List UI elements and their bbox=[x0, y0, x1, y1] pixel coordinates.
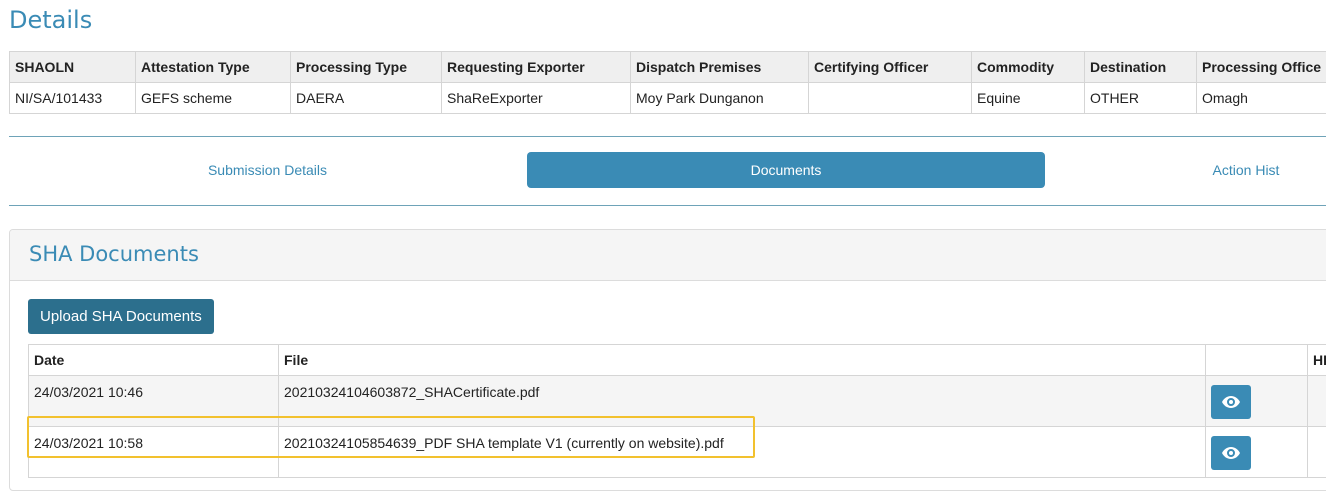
divider-bottom bbox=[9, 205, 1326, 206]
details-table: SHAOLN Attestation Type Processing Type … bbox=[9, 51, 1326, 114]
details-header-row: SHAOLN Attestation Type Processing Type … bbox=[10, 52, 1326, 83]
header-date: Date bbox=[29, 345, 279, 376]
header-destination: Destination bbox=[1085, 52, 1197, 83]
header-file: File bbox=[279, 345, 1206, 376]
row-file: 20210324104603872_SHACertificate.pdf bbox=[279, 376, 1206, 427]
row-date: 24/03/2021 10:58 bbox=[29, 427, 279, 478]
row-extra bbox=[1308, 376, 1326, 427]
header-shaoln: SHAOLN bbox=[10, 52, 136, 83]
row-file: 20210324105854639_PDF SHA template V1 (c… bbox=[279, 427, 1206, 478]
cell-processing-type: DAERA bbox=[291, 83, 442, 114]
table-row: 24/03/2021 10:46 20210324104603872_SHACe… bbox=[29, 376, 1326, 427]
view-document-button[interactable] bbox=[1211, 385, 1251, 419]
cell-attestation-type: GEFS scheme bbox=[136, 83, 291, 114]
documents-header-row: Date File HI bbox=[29, 345, 1326, 376]
sha-documents-panel: SHA Documents Upload SHA Documents Date … bbox=[9, 229, 1326, 491]
page-title: Details bbox=[9, 6, 92, 34]
divider-top bbox=[9, 136, 1326, 137]
cell-requesting-exporter: ShaReExporter bbox=[442, 83, 631, 114]
cell-dispatch-premises: Moy Park Dunganon bbox=[631, 83, 809, 114]
panel-header bbox=[10, 230, 1326, 281]
header-processing-type: Processing Type bbox=[291, 52, 442, 83]
table-row: 24/03/2021 10:58 20210324105854639_PDF S… bbox=[29, 427, 1326, 478]
documents-table: Date File HI 24/03/2021 10:46 2021032410… bbox=[28, 344, 1326, 478]
view-document-button[interactable] bbox=[1211, 436, 1251, 470]
cell-certifying-officer bbox=[809, 83, 972, 114]
cell-processing-office: Omagh bbox=[1197, 83, 1326, 114]
row-actions bbox=[1206, 376, 1308, 427]
row-extra bbox=[1308, 427, 1326, 478]
details-row: NI/SA/101433 GEFS scheme DAERA ShaReExpo… bbox=[10, 83, 1326, 114]
row-date: 24/03/2021 10:46 bbox=[29, 376, 279, 427]
panel-title: SHA Documents bbox=[29, 242, 199, 266]
cell-shaoln: NI/SA/101433 bbox=[10, 83, 136, 114]
header-actions bbox=[1206, 345, 1308, 376]
header-requesting-exporter: Requesting Exporter bbox=[442, 52, 631, 83]
upload-sha-documents-button[interactable]: Upload SHA Documents bbox=[28, 299, 214, 334]
header-attestation-type: Attestation Type bbox=[136, 52, 291, 83]
header-hi: HI bbox=[1308, 345, 1326, 376]
eye-icon bbox=[1222, 396, 1240, 408]
tab-submission-details[interactable]: Submission Details bbox=[9, 152, 526, 188]
tab-action-history[interactable]: Action Hist bbox=[1046, 152, 1326, 188]
header-commodity: Commodity bbox=[972, 52, 1085, 83]
row-actions bbox=[1206, 427, 1308, 478]
header-dispatch-premises: Dispatch Premises bbox=[631, 52, 809, 83]
header-certifying-officer: Certifying Officer bbox=[809, 52, 972, 83]
cell-commodity: Equine bbox=[972, 83, 1085, 114]
cell-destination: OTHER bbox=[1085, 83, 1197, 114]
header-processing-office: Processing Office bbox=[1197, 52, 1326, 83]
tab-documents[interactable]: Documents bbox=[527, 152, 1045, 188]
eye-icon bbox=[1222, 447, 1240, 459]
